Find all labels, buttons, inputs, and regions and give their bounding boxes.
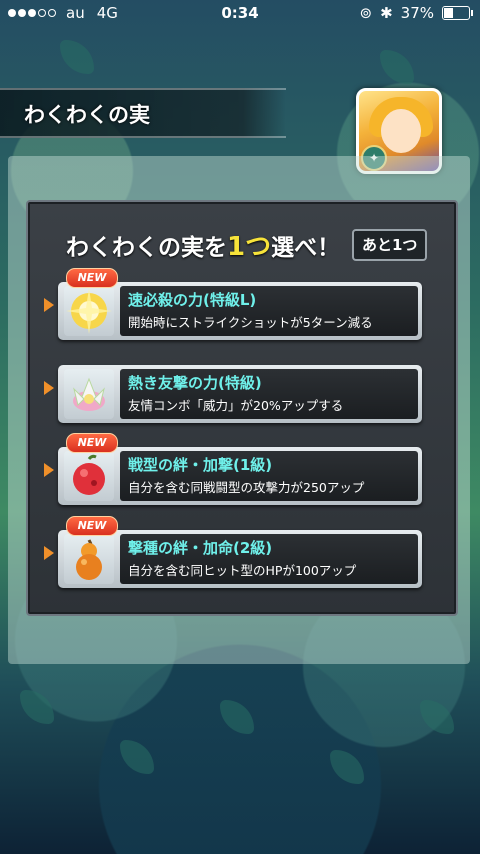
heading-suffix: 選べ！ <box>271 235 341 261</box>
page-title: わくわくの実 <box>24 103 150 127</box>
remaining-count-badge: あと1つ <box>352 229 428 261</box>
selection-heading: わくわくの実を1つ選べ！ <box>66 226 340 263</box>
golden-sparkle-orb-icon <box>64 286 114 336</box>
title-bar: わくわくの実 <box>0 88 286 138</box>
option-card[interactable]: 撃種の絆・加命(2級) 自分を含む同ヒット型のHPが100アップ <box>58 530 422 588</box>
leaf-decoration <box>60 40 94 74</box>
portrait-face <box>381 109 421 153</box>
leaf-decoration <box>420 700 454 734</box>
gourd-fruit-icon <box>64 534 114 584</box>
option-name: 撃種の絆・加命(2級) <box>128 539 273 557</box>
new-badge: NEW <box>66 268 118 288</box>
leaf-decoration <box>120 740 154 774</box>
option-description: 開始時にストライクショットが5ターン減る <box>128 315 373 330</box>
bluetooth-icon: ✱ <box>380 4 393 22</box>
leaf-decoration <box>220 700 254 734</box>
leaf-decoration <box>330 750 364 784</box>
new-badge: NEW <box>66 433 118 453</box>
option-name: 速必殺の力(特級L) <box>128 291 257 309</box>
heading-count: 1つ <box>227 232 272 262</box>
leaf-decoration <box>380 50 414 84</box>
option-card[interactable]: 戦型の絆・加撃(1級) 自分を含む同戦闘型の攻撃力が250アップ <box>58 447 422 505</box>
selection-arrow-icon <box>44 381 54 395</box>
red-fruit-icon <box>64 451 114 501</box>
heading-prefix: わくわくの実を <box>66 235 227 261</box>
option-card[interactable]: 速必殺の力(特級L) 開始時にストライクショットが5ターン減る <box>58 282 422 340</box>
status-bar: au 4G 0:34 ⊚ ✱ 37% <box>0 0 480 26</box>
option-description: 自分を含む同戦闘型の攻撃力が250アップ <box>128 480 365 495</box>
selection-arrow-icon <box>44 546 54 560</box>
option-name: 戦型の絆・加撃(1級) <box>128 456 273 474</box>
battery-fill <box>444 8 453 18</box>
new-badge: NEW <box>66 516 118 536</box>
option-description: 友情コンボ「威力」が20%アップする <box>128 398 344 413</box>
battery-percent: 37% <box>400 4 434 22</box>
option-description: 自分を含む同ヒット型のHPが100アップ <box>128 563 357 578</box>
option-name: 熱き友撃の力(特級) <box>128 374 262 392</box>
selection-arrow-icon <box>44 298 54 312</box>
lotus-fruit-icon <box>64 369 114 419</box>
leaf-decoration <box>20 690 54 724</box>
option-card[interactable]: 熱き友撃の力(特級) 友情コンボ「威力」が20%アップする <box>58 365 422 423</box>
orientation-lock-icon: ⊚ <box>359 4 373 22</box>
battery-icon <box>442 6 473 20</box>
selection-arrow-icon <box>44 463 54 477</box>
